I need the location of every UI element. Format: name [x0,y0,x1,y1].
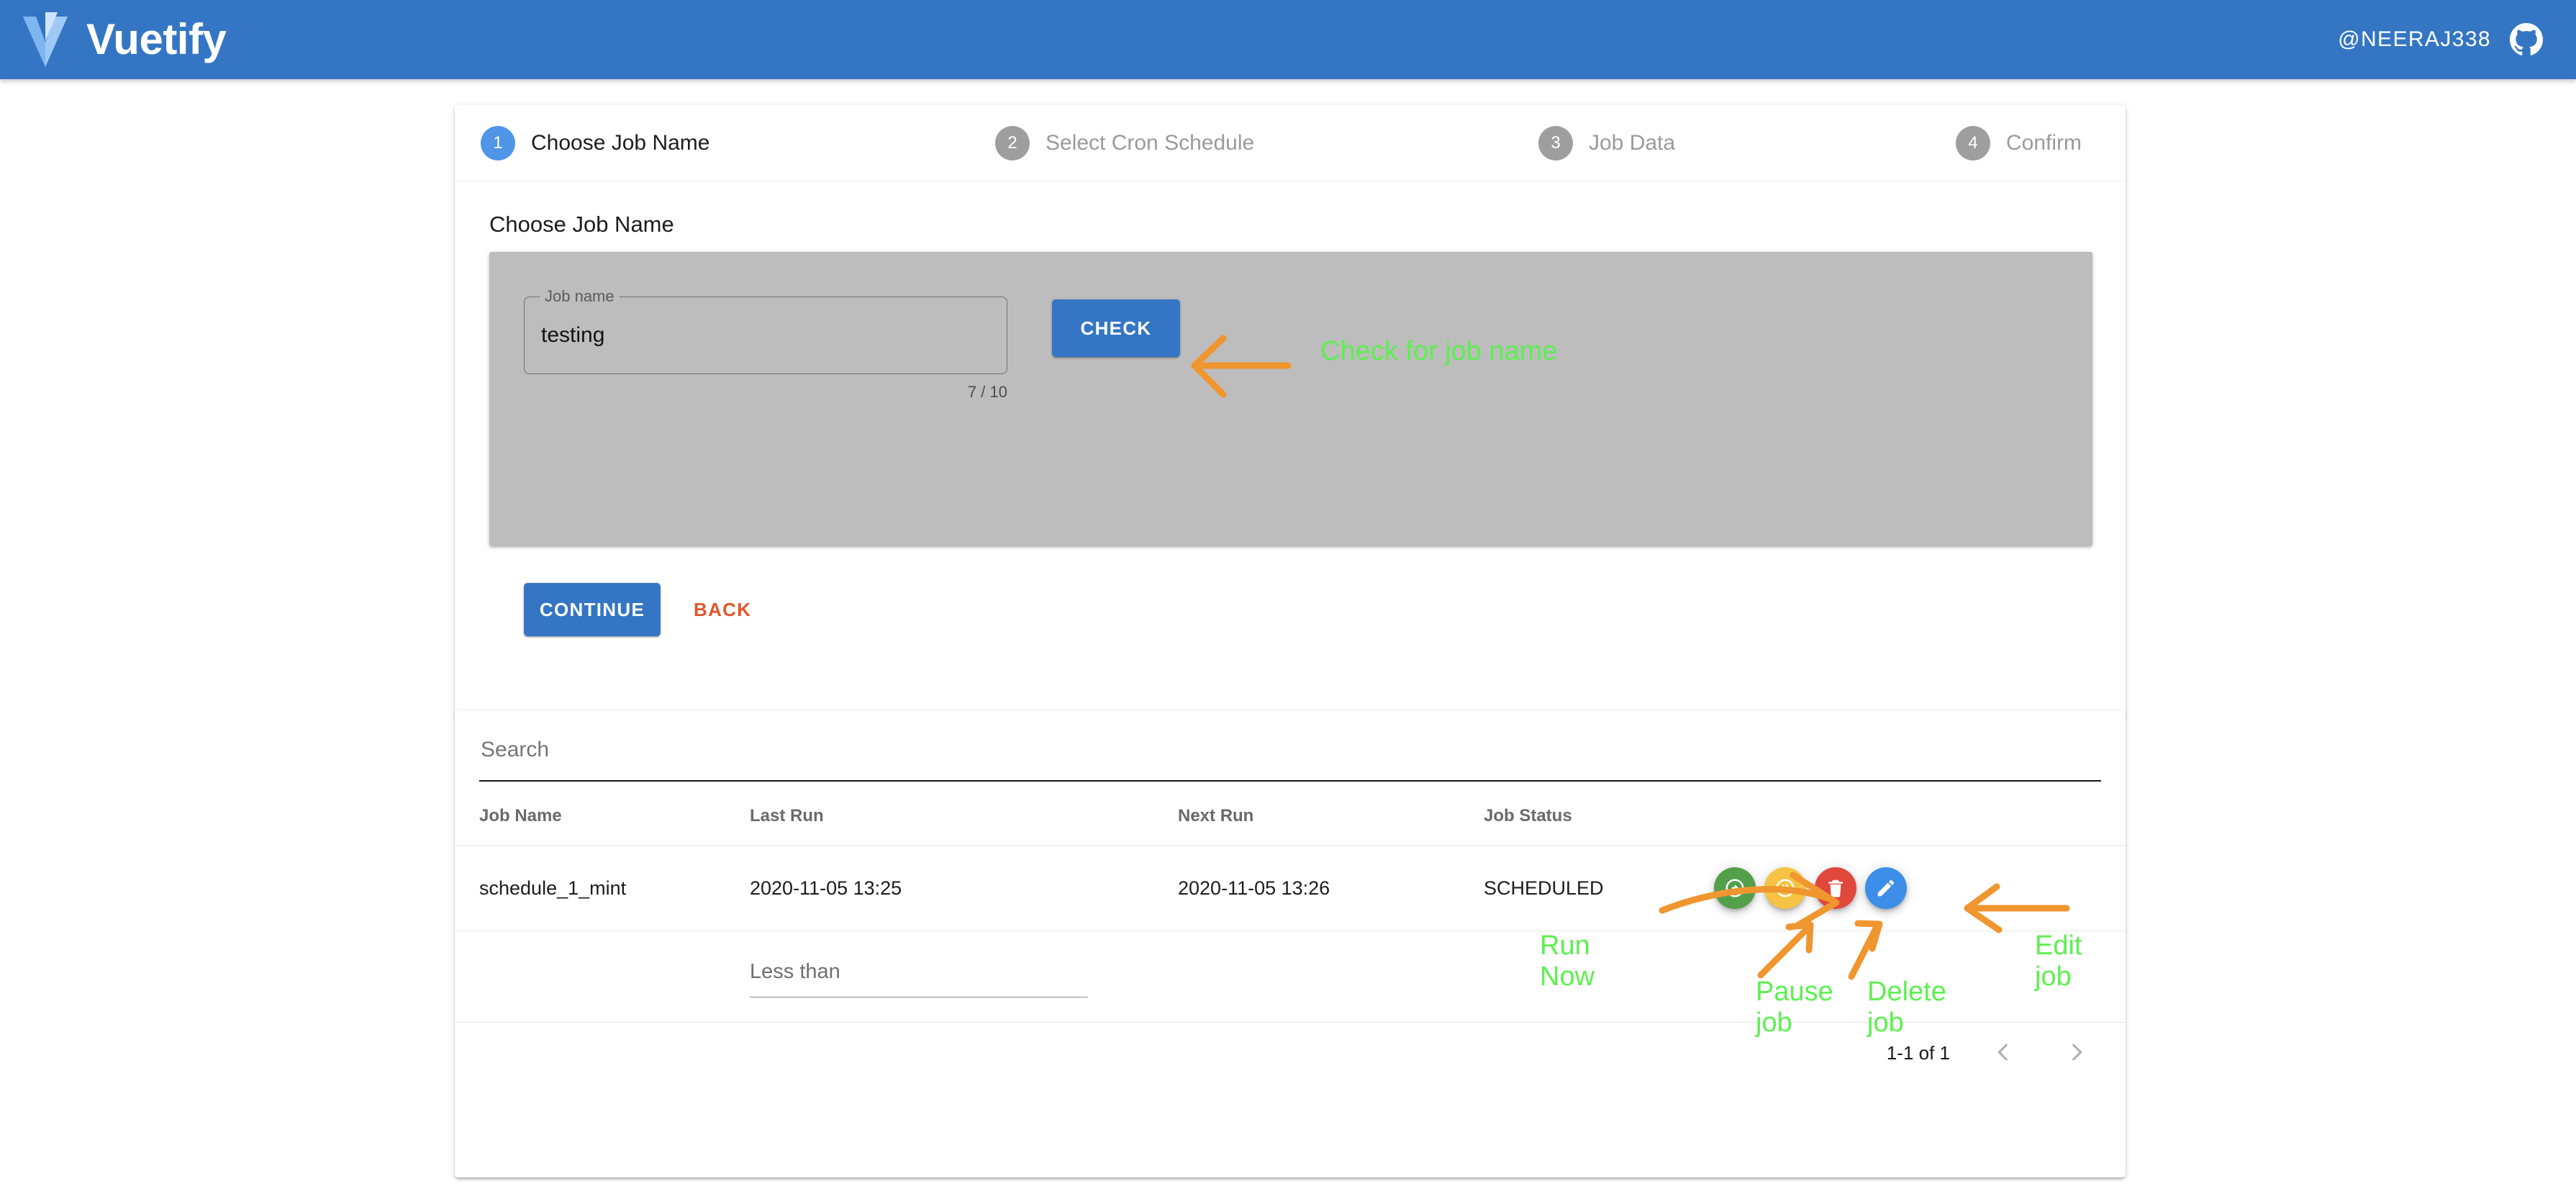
table-row[interactable]: schedule_1_mint 2020-11-05 13:25 2020-11… [455,845,2126,931]
stepper-step-3[interactable]: 3 Job Data [1538,125,1676,160]
job-name-field[interactable]: Job name [524,286,1007,374]
cell-last-run: 2020-11-05 13:25 [750,845,1178,931]
step-4-badge: 4 [1956,125,1990,160]
page-body: 1 Choose Job Name 2 Select Cron Schedule… [0,79,2576,1199]
stepper-card: 1 Choose Job Name 2 Select Cron Schedule… [455,105,2126,717]
less-than-field[interactable] [750,953,1088,1000]
table-filter-row [455,931,2126,1023]
column-header-job-name[interactable]: Job Name [455,787,750,846]
filter-cell-empty [455,931,750,1023]
stepper-step-4[interactable]: 4 Confirm [1956,125,2082,160]
stepper-header: 1 Choose Job Name 2 Select Cron Schedule… [455,105,2126,181]
less-than-input[interactable] [750,953,1088,990]
cell-job-name: schedule_1_mint [455,845,750,931]
jobs-table-head: Job Name Last Run Next Run Job Status [455,787,2126,846]
app-bar: Vuetify @NEERAJ338 [0,0,2576,79]
cell-job-status: SCHEDULED [1484,845,1714,931]
stepper-actions: CONTINUE BACK [489,546,2092,669]
table-header-row: Job Name Last Run Next Run Job Status [455,787,2126,846]
brand-logo-group[interactable]: Vuetify [23,12,227,67]
step-3-badge: 3 [1538,125,1573,160]
step-4-label: Confirm [2006,130,2082,155]
brand-title: Vuetify [86,15,227,63]
job-name-field-label: Job name [540,286,620,307]
edit-job-button[interactable] [1865,867,1907,909]
filter-cell-empty-4 [1714,931,2126,1023]
github-link[interactable] [2510,23,2543,56]
back-button[interactable]: BACK [678,590,767,630]
pause-circle-icon [1774,877,1796,899]
step-2-badge: 2 [995,125,1030,160]
pencil-icon [1875,877,1897,899]
job-name-counter: 7 / 10 [967,383,1007,401]
trash-icon [1825,877,1846,899]
pagination-prev-button[interactable] [1983,1033,2023,1073]
cell-actions [1714,845,2126,931]
row-action-buttons [1714,867,2126,909]
pagination-next-button[interactable] [2056,1033,2097,1073]
jobs-table-body: schedule_1_mint 2020-11-05 13:25 2020-11… [455,845,2126,1023]
appbar-right-group: @NEERAJ338 [2338,23,2543,56]
check-button[interactable]: CHECK [1052,299,1180,357]
cell-next-run: 2020-11-05 13:26 [1178,845,1484,931]
step-1-badge: 1 [481,125,515,160]
stepper-content: Choose Job Name Job name 7 / 10 CHECK CO… [455,181,2126,669]
github-icon [2510,23,2543,56]
play-circle-icon [1724,877,1746,899]
run-now-button[interactable] [1714,867,1756,909]
chevron-right-icon [2064,1040,2089,1067]
pagination-info: 1-1 of 1 [1886,1041,1950,1064]
pause-job-button[interactable] [1764,867,1806,909]
table-footer: 1-1 of 1 [455,1023,2126,1083]
search-input[interactable] [479,727,2101,773]
filter-cell-empty-2 [1178,931,1484,1023]
column-header-last-run[interactable]: Last Run [750,787,1178,846]
filter-cell-empty-3 [1484,931,1714,1023]
github-handle: @NEERAJ338 [2338,27,2491,51]
vuetify-logo-icon [23,12,68,67]
stepper-step-1[interactable]: 1 Choose Job Name [481,125,710,160]
job-name-panel: Job name 7 / 10 CHECK [489,252,2092,546]
filter-cell-less-than [750,931,1178,1023]
jobs-table-card: Job Name Last Run Next Run Job Status sc… [455,711,2126,1177]
content-title: Choose Job Name [489,212,674,237]
search-row [455,711,2126,787]
column-header-job-status[interactable]: Job Status [1484,787,1714,846]
column-header-actions [1714,787,2126,846]
stepper-step-2[interactable]: 2 Select Cron Schedule [995,125,1255,160]
search-underline [479,780,2101,782]
step-2-label: Select Cron Schedule [1046,130,1255,155]
search-field[interactable] [479,727,2101,787]
delete-job-button[interactable] [1815,867,1856,909]
step-1-label: Choose Job Name [531,130,710,155]
jobs-table: Job Name Last Run Next Run Job Status sc… [455,787,2126,1023]
column-header-next-run[interactable]: Next Run [1178,787,1484,846]
chevron-left-icon [1991,1040,2015,1067]
continue-button[interactable]: CONTINUE [524,583,661,636]
step-3-label: Job Data [1589,130,1676,155]
job-name-input[interactable] [541,323,987,348]
